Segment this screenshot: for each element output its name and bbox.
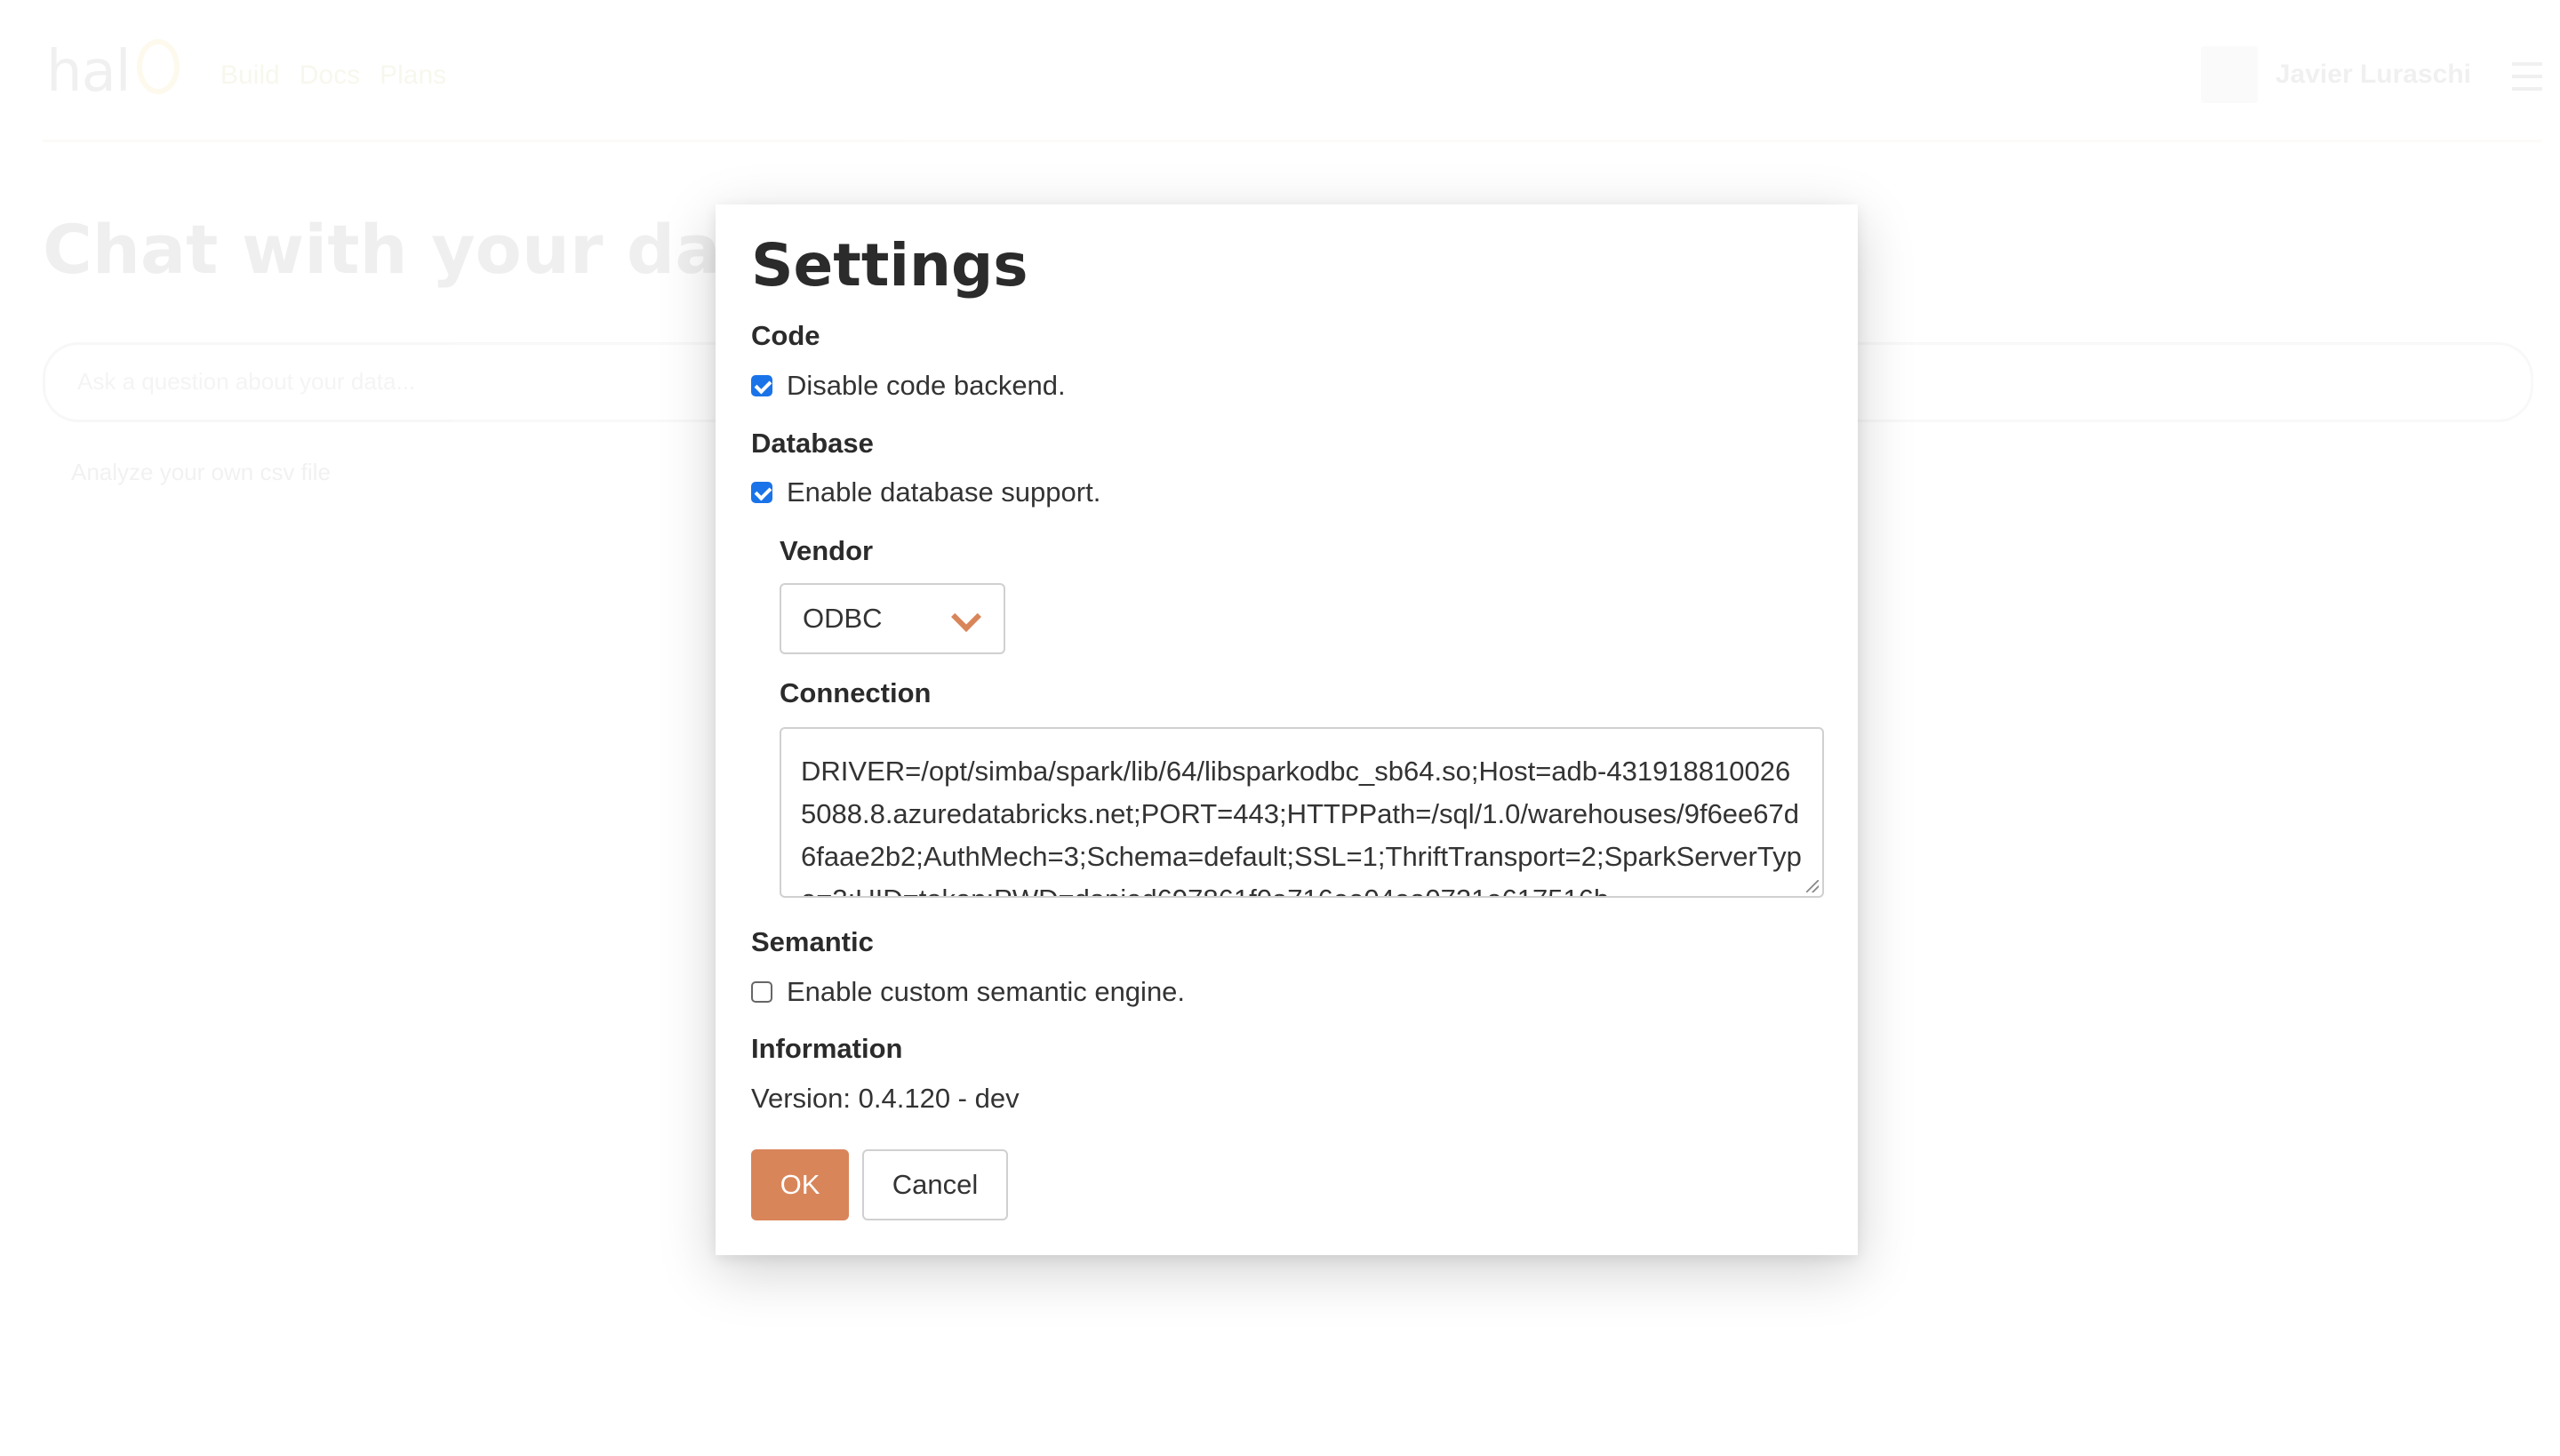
vendor-label: Vendor	[780, 535, 874, 566]
version-text: Version: 0.4.120 - dev	[751, 1083, 1020, 1114]
enable-semantic-row[interactable]: Enable custom semantic engine.	[751, 976, 1185, 1008]
disable-code-backend-row[interactable]: Disable code backend.	[751, 370, 1066, 402]
disable-code-backend-checkbox[interactable]	[751, 375, 772, 396]
vendor-selected-value: ODBC	[803, 603, 883, 634]
enable-semantic-checkbox[interactable]	[751, 981, 772, 1003]
dialog-title: Settings	[751, 231, 1028, 300]
settings-dialog: Settings Code Disable code backend. Data…	[716, 204, 1858, 1255]
enable-database-label[interactable]: Enable database support.	[787, 476, 1100, 508]
enable-database-checkbox[interactable]	[751, 482, 772, 503]
enable-semantic-label[interactable]: Enable custom semantic engine.	[787, 976, 1185, 1008]
connection-string-text: DRIVER=/opt/simba/spark/lib/64/libsparko…	[801, 756, 1802, 896]
connection-string-field[interactable]: DRIVER=/opt/simba/spark/lib/64/libsparko…	[780, 727, 1824, 898]
database-heading: Database	[751, 428, 874, 459]
information-heading: Information	[751, 1033, 903, 1064]
chevron-down-icon	[951, 602, 981, 632]
semantic-heading: Semantic	[751, 926, 874, 957]
enable-database-row[interactable]: Enable database support.	[751, 476, 1100, 508]
ok-button[interactable]: OK	[751, 1149, 849, 1220]
disable-code-backend-label[interactable]: Disable code backend.	[787, 370, 1066, 402]
code-heading: Code	[751, 320, 820, 351]
resize-handle-icon[interactable]	[1806, 880, 1819, 892]
cancel-button[interactable]: Cancel	[862, 1149, 1008, 1220]
connection-label: Connection	[780, 677, 932, 708]
vendor-select[interactable]: ODBC	[780, 583, 1005, 654]
